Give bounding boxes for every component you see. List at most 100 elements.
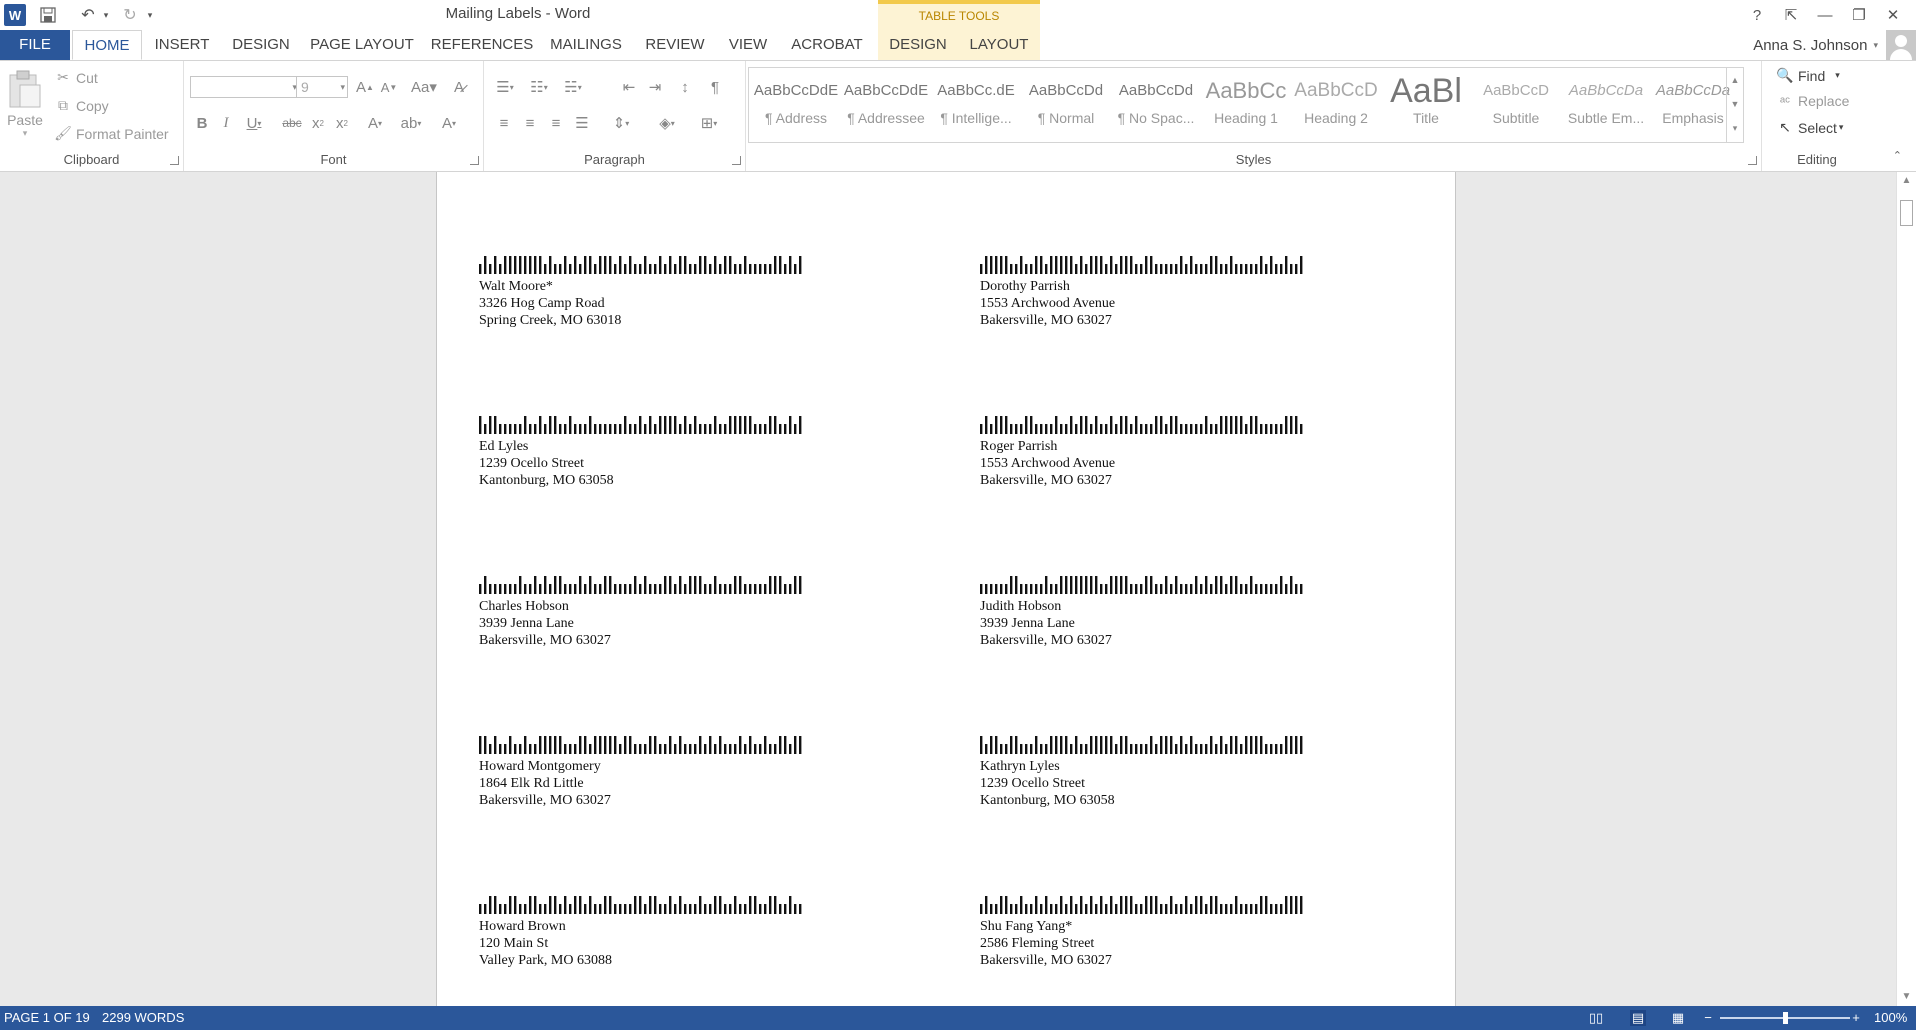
style-no-spacing[interactable]: AaBbCcDd ¶ No Spac... <box>1113 72 1199 138</box>
format-painter-button[interactable]: 🖌 Format Painter <box>54 125 168 142</box>
style-heading-1[interactable]: AaBbCc Heading 1 <box>1203 72 1289 138</box>
justify-icon[interactable]: ☰ <box>572 113 592 133</box>
borders-icon[interactable]: ⊞ ▾ <box>692 113 726 133</box>
text-effects-icon[interactable]: A ▾ <box>360 113 390 133</box>
mailing-label[interactable]: Judith Hobson 3939 Jenna Lane Bakersville,… <box>980 576 1310 649</box>
tab-review[interactable]: REVIEW <box>634 30 716 60</box>
bold-icon[interactable]: B <box>192 113 212 133</box>
mailing-label[interactable]: Walt Moore* 3326 Hog Camp Road Spring Cree… <box>479 256 809 329</box>
tab-file[interactable]: FILE <box>0 30 70 60</box>
zoom-slider-thumb[interactable] <box>1783 1012 1788 1024</box>
style-subtitle[interactable]: AaBbCcD Subtitle <box>1473 72 1559 138</box>
print-layout-icon[interactable]: ▤ <box>1630 1010 1646 1026</box>
tab-design[interactable]: DESIGN <box>222 30 300 60</box>
increase-indent-icon[interactable]: ⇥ <box>644 77 666 97</box>
change-case-icon[interactable]: Aa▾ <box>408 77 440 97</box>
style-heading-2[interactable]: AaBbCcD Heading 2 <box>1293 72 1379 138</box>
mailing-label[interactable]: Howard Montgomery 1864 Elk Rd Little Baker… <box>479 736 809 809</box>
zoom-in-icon[interactable]: + <box>1848 1010 1864 1026</box>
mailing-label[interactable]: Ed Lyles 1239 Ocello Street Kantonburg, MO… <box>479 416 809 489</box>
align-center-icon[interactable]: ≡ <box>520 113 540 133</box>
sort-icon[interactable]: ↕ <box>674 77 696 97</box>
clipboard-dialog-launcher[interactable] <box>170 156 179 165</box>
multilevel-list-icon[interactable]: ☵ ▾ <box>558 77 588 97</box>
tab-references[interactable]: REFERENCES <box>426 30 538 60</box>
mailing-label[interactable]: Charles Hobson 3939 Jenna Lane Bakersville… <box>479 576 809 649</box>
label-city: Bakersville, MO 63027 <box>980 953 1112 968</box>
mailing-label[interactable]: Roger Parrish 1553 Archwood Avenue Bakersv… <box>980 416 1310 489</box>
replace-button[interactable]: ᵃᶜ Replace <box>1776 93 1849 109</box>
more-styles-icon[interactable]: ▾ <box>1727 116 1743 140</box>
subscript-icon[interactable]: x2 <box>308 113 328 133</box>
show-formatting-marks-icon[interactable]: ¶ <box>704 77 726 97</box>
styles-dialog-launcher[interactable] <box>1748 156 1757 165</box>
copy-button[interactable]: ⧉ Copy <box>54 97 109 114</box>
superscript-icon[interactable]: x2 <box>332 113 352 133</box>
label-name: Walt Moore* <box>479 279 553 294</box>
zoom-out-icon[interactable]: − <box>1700 1010 1716 1026</box>
chevron-up-icon[interactable]: ▲ <box>1727 68 1743 92</box>
vertical-scrollbar[interactable]: ▲ ▼ <box>1896 172 1916 1006</box>
decrease-indent-icon[interactable]: ⇤ <box>618 77 640 97</box>
tab-insert[interactable]: INSERT <box>148 30 216 60</box>
font-color-icon[interactable]: A ▾ <box>434 113 464 133</box>
paragraph-dialog-launcher[interactable] <box>732 156 741 165</box>
tab-table-layout[interactable]: LAYOUT <box>958 30 1040 60</box>
user-account[interactable]: Anna S. Johnson ▾ <box>1753 30 1916 60</box>
label-name: Judith Hobson <box>980 599 1062 614</box>
document-page[interactable]: Walt Moore* 3326 Hog Camp Road Spring Cree… <box>436 172 1456 1006</box>
web-layout-icon[interactable]: ▦ <box>1670 1010 1686 1026</box>
mailing-label[interactable]: Shu Fang Yang* 2586 Fleming Street Bakersv… <box>980 896 1310 969</box>
chevron-down-icon[interactable]: ▼ <box>1727 92 1743 116</box>
mailing-label[interactable]: Howard Brown 120 Main St Valley Park, MO 6… <box>479 896 809 969</box>
style-subtle-emphasis[interactable]: AaBbCcDa Subtle Em... <box>1563 72 1649 138</box>
find-button[interactable]: 🔍 Find ▾ <box>1776 67 1839 84</box>
collapse-ribbon-icon[interactable]: ⌃ <box>1893 149 1902 162</box>
tab-page-layout[interactable]: PAGE LAYOUT <box>304 30 420 60</box>
scroll-thumb[interactable] <box>1900 200 1913 226</box>
tab-acrobat[interactable]: ACROBAT <box>780 30 874 60</box>
scroll-up-icon[interactable]: ▲ <box>1897 172 1916 190</box>
word-count[interactable]: 2299 WORDS <box>102 1006 184 1030</box>
tab-table-design[interactable]: DESIGN <box>878 30 958 60</box>
tab-view[interactable]: VIEW <box>722 30 774 60</box>
scroll-down-icon[interactable]: ▼ <box>1897 988 1916 1006</box>
ribbon-display-options-icon[interactable]: ⇱ <box>1774 0 1808 30</box>
tab-home[interactable]: HOME <box>72 30 142 60</box>
close-icon[interactable]: ✕ <box>1876 0 1910 30</box>
underline-icon[interactable]: U ▾ <box>240 113 268 133</box>
highlight-color-icon[interactable]: ab ▾ <box>394 113 428 133</box>
page-count[interactable]: PAGE 1 OF 19 <box>4 1006 90 1030</box>
font-size-combo[interactable]: 9 ▾ <box>296 76 348 98</box>
font-dialog-launcher[interactable] <box>470 156 479 165</box>
align-left-icon[interactable]: ≡ <box>494 113 514 133</box>
shrink-font-icon[interactable]: A ▼ <box>378 77 400 97</box>
restore-icon[interactable]: ❐ <box>1842 0 1876 30</box>
line-spacing-icon[interactable]: ⇕ ▾ <box>606 113 636 133</box>
zoom-level[interactable]: 100% <box>1874 1006 1907 1030</box>
style-title[interactable]: AaBl Title <box>1383 72 1469 138</box>
numbering-icon[interactable]: ☷ ▾ <box>524 77 554 97</box>
style-intelligent[interactable]: AaBbCc.dE ¶ Intellige... <box>933 72 1019 138</box>
tab-mailings[interactable]: MAILINGS <box>544 30 628 60</box>
mailing-label[interactable]: Dorothy Parrish 1553 Archwood Avenue Baker… <box>980 256 1310 329</box>
font-name-combo[interactable]: ▾ <box>190 76 300 98</box>
minimize-icon[interactable]: — <box>1808 0 1842 30</box>
bullets-icon[interactable]: ☰ ▾ <box>490 77 520 97</box>
help-icon[interactable]: ? <box>1740 0 1774 30</box>
align-right-icon[interactable]: ≡ <box>546 113 566 133</box>
style-emphasis[interactable]: AaBbCcDa Emphasis <box>1653 72 1733 138</box>
shading-icon[interactable]: ◈ ▾ <box>652 113 682 133</box>
style-address[interactable]: AaBbCcDdE ¶ Address <box>753 72 839 138</box>
italic-icon[interactable]: I <box>216 113 236 133</box>
strikethrough-icon[interactable]: abc <box>280 113 304 133</box>
style-addressee[interactable]: AaBbCcDdE ¶ Addressee <box>843 72 929 138</box>
select-button[interactable]: ↖ Select ▾ <box>1776 119 1843 136</box>
paste-button[interactable]: Paste ▾ <box>6 69 44 139</box>
style-normal[interactable]: AaBbCcDd ¶ Normal <box>1023 72 1109 138</box>
clear-formatting-icon[interactable]: A̷ <box>448 77 470 97</box>
mailing-label[interactable]: Kathryn Lyles 1239 Ocello Street Kantonbur… <box>980 736 1310 809</box>
grow-font-icon[interactable]: A ▲ <box>354 77 376 97</box>
cut-button[interactable]: ✂ Cut <box>54 69 98 86</box>
read-mode-icon[interactable]: ▯▯ <box>1588 1010 1604 1026</box>
